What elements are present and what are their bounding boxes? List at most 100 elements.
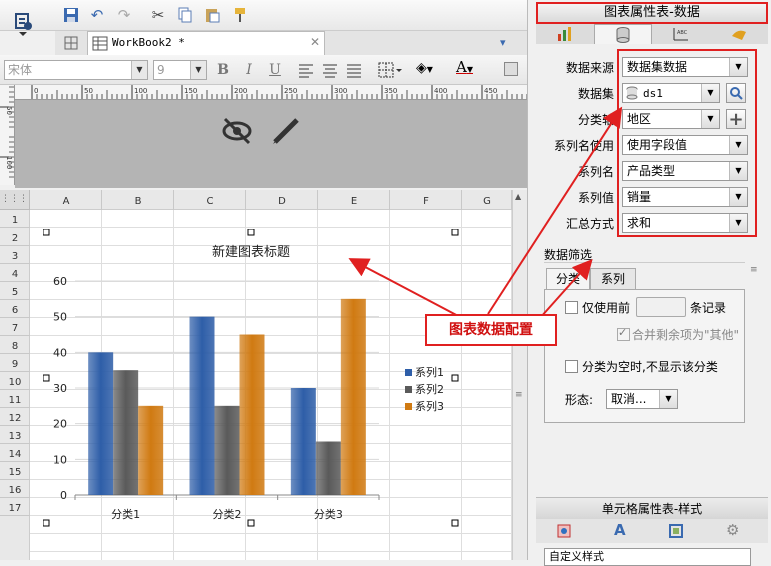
bar[interactable] (239, 334, 265, 496)
resize-handle[interactable] (43, 229, 50, 236)
merge-rest-checkbox[interactable]: ✓ (617, 326, 630, 341)
row-label[interactable]: 7 (12, 323, 18, 334)
resize-handle[interactable] (451, 229, 459, 236)
gear-icon[interactable]: ⚙ (726, 521, 739, 539)
bar[interactable] (138, 405, 164, 495)
vertical-scrollbar[interactable]: ▲ ≡ (512, 190, 527, 560)
cell-style-icon[interactable] (556, 523, 572, 542)
edit-icon[interactable] (271, 116, 301, 149)
panel-grip-icon[interactable]: ≡ (750, 265, 762, 277)
row-label[interactable]: 1 (12, 215, 18, 226)
align-left-icon[interactable] (298, 62, 314, 81)
column-label[interactable]: G (483, 196, 491, 207)
bar[interactable] (214, 405, 240, 495)
cut-icon[interactable]: ✂ (147, 4, 169, 26)
row-label[interactable]: 15 (9, 467, 22, 478)
tab-special-effects[interactable] (710, 24, 768, 44)
tab-data[interactable] (594, 24, 652, 44)
scroll-grip-icon[interactable]: ≡ (515, 390, 525, 402)
resize-handle[interactable] (43, 519, 50, 527)
bar[interactable] (113, 370, 139, 495)
resize-handle[interactable] (451, 374, 459, 382)
cell-border-icon[interactable] (668, 523, 684, 542)
redo-icon[interactable]: ↷ (113, 4, 135, 26)
hide-icon[interactable] (221, 116, 253, 149)
resize-handle[interactable] (43, 374, 50, 382)
italic-button[interactable]: I (240, 60, 258, 80)
row-label[interactable]: 3 (12, 251, 18, 262)
resize-handle[interactable] (247, 229, 255, 236)
column-label[interactable]: A (63, 196, 70, 207)
fill-color-icon[interactable]: ◈▼ (416, 60, 433, 76)
row-label[interactable]: 2 (12, 233, 18, 244)
record-count-input[interactable] (636, 297, 686, 317)
row-label[interactable]: 6 (12, 305, 18, 316)
bar[interactable] (189, 316, 215, 495)
search-icon[interactable] (726, 83, 746, 103)
tab-list-icon[interactable]: ▾ (500, 36, 506, 49)
column-label[interactable]: F (423, 196, 429, 207)
column-label[interactable]: E (351, 196, 357, 207)
tab-chart-type[interactable] (536, 24, 594, 44)
scroll-up-icon[interactable]: ▲ (515, 192, 525, 204)
font-name-select[interactable]: 宋体 ▼ (4, 60, 148, 80)
resize-handle[interactable] (247, 519, 255, 527)
select-all-icon[interactable]: ⋮⋮⋮ (0, 190, 30, 210)
row-label[interactable]: 4 (12, 269, 18, 280)
style-select[interactable]: 自定义样式 (544, 548, 751, 566)
only-use-front-checkbox[interactable] (565, 301, 578, 314)
row-label[interactable]: 16 (9, 485, 22, 496)
row-label[interactable]: 11 (9, 395, 22, 406)
align-center-icon[interactable] (322, 62, 338, 81)
save-icon[interactable] (60, 4, 82, 26)
font-color-icon[interactable]: A▼ (456, 58, 473, 76)
paste-icon[interactable] (201, 4, 223, 26)
field-select[interactable]: 地区 ▼ (622, 109, 720, 129)
hide-empty-checkbox[interactable] (565, 360, 578, 373)
field-value: 地区 (627, 112, 652, 126)
border-icon[interactable] (378, 62, 402, 81)
bold-button[interactable]: B (214, 60, 232, 80)
tab-series[interactable]: 系列 (590, 268, 636, 290)
field-select[interactable]: 销量 ▼ (622, 187, 748, 207)
shape-select[interactable]: 取消... ▼ (606, 389, 678, 409)
field-select[interactable]: 求和 ▼ (622, 213, 748, 233)
row-label[interactable]: 5 (12, 287, 18, 298)
bar[interactable] (290, 388, 316, 495)
tab-category[interactable]: 分类 (546, 268, 590, 290)
tab-style[interactable]: ABC (652, 24, 710, 44)
row-label[interactable]: 13 (9, 431, 22, 442)
field-select[interactable]: 使用字段值 ▼ (622, 135, 748, 155)
close-icon[interactable]: ✕ (310, 35, 320, 49)
row-label[interactable]: 10 (9, 377, 22, 388)
bar[interactable] (88, 352, 114, 495)
row-label[interactable]: 14 (9, 449, 22, 460)
more-icon[interactable] (504, 62, 518, 76)
font-size-select[interactable]: 9 ▼ (153, 60, 207, 80)
undo-icon[interactable]: ↶ (86, 4, 108, 26)
underline-button[interactable]: U (266, 60, 284, 80)
copy-icon[interactable] (174, 4, 196, 26)
field-select[interactable]: ds1 ▼ (622, 83, 720, 103)
new-sheet-icon[interactable] (62, 34, 80, 52)
add-icon[interactable]: + (726, 109, 746, 130)
row-label[interactable]: 17 (9, 503, 22, 514)
column-label[interactable]: D (278, 196, 286, 207)
bar[interactable] (315, 441, 341, 496)
template-icon[interactable] (10, 10, 38, 38)
bar[interactable] (340, 298, 366, 495)
column-label[interactable]: C (207, 196, 214, 207)
cell-font-icon[interactable]: A (614, 521, 626, 539)
bar-chart[interactable]: 新建图表标题 0 10 20 30 40 50 60 分类1 分类2 分类3 系列1 系列2 系列3 (43, 229, 459, 527)
tab-workbook2[interactable]: WorkBook2 * ✕ (87, 31, 325, 55)
resize-handle[interactable] (451, 519, 459, 527)
align-justify-icon[interactable] (346, 62, 362, 81)
ruler-tick-label: 50 (84, 87, 93, 95)
row-label[interactable]: 8 (12, 341, 18, 352)
field-select[interactable]: 产品类型 ▼ (622, 161, 748, 181)
row-label[interactable]: 9 (12, 359, 18, 370)
row-label[interactable]: 12 (9, 413, 22, 424)
field-select[interactable]: 数据集数据 ▼ (622, 57, 748, 77)
column-label[interactable]: B (135, 196, 142, 207)
format-painter-icon[interactable] (229, 4, 251, 26)
